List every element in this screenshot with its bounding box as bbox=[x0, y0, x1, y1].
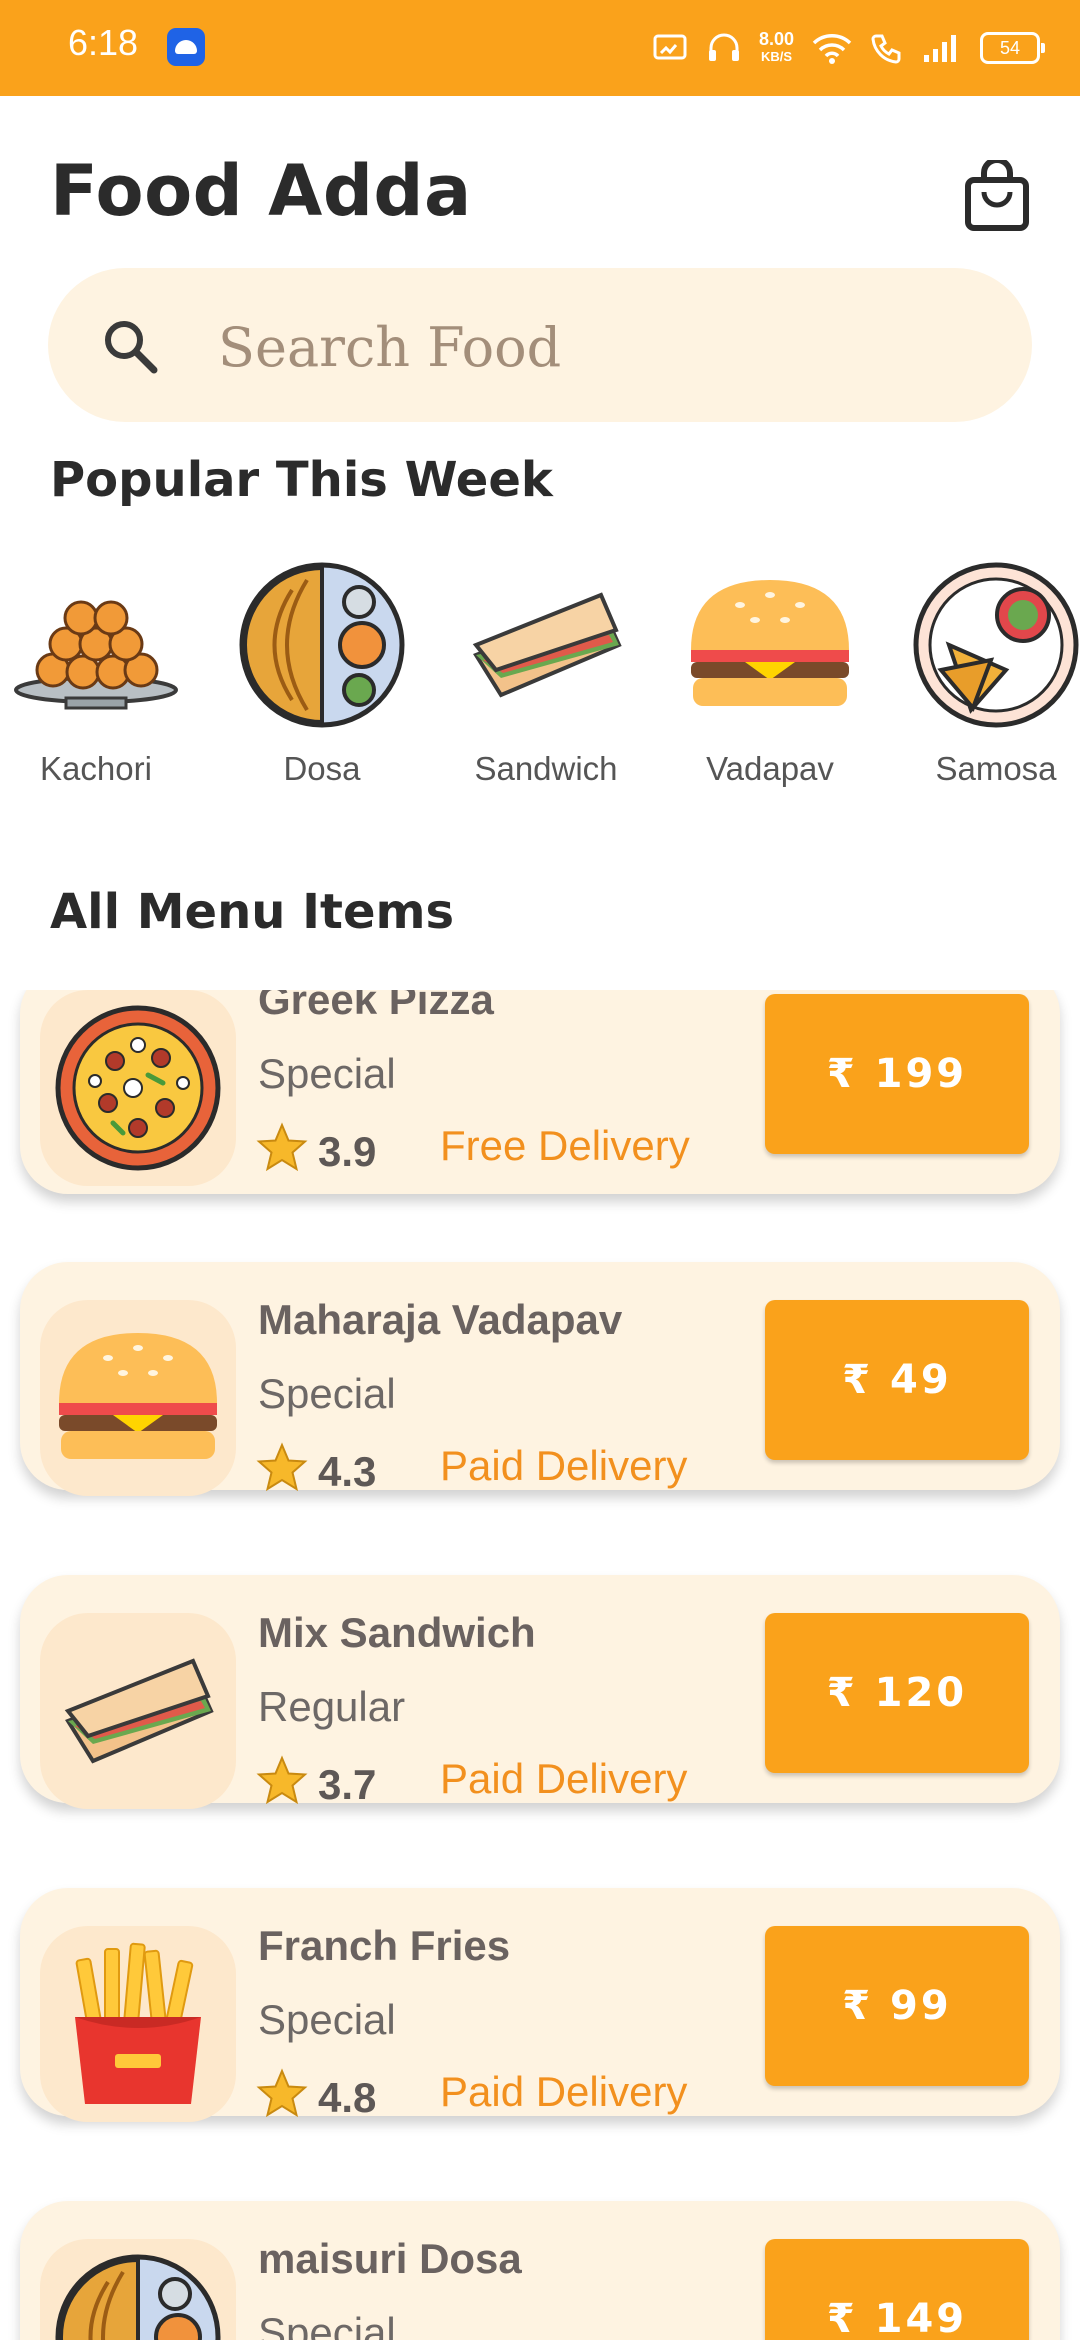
popular-item-label: Samosa bbox=[935, 750, 1057, 787]
fries-icon bbox=[75, 1942, 201, 2104]
menu-item-card[interactable]: Mix Sandwich Regular 3.7 Paid Delivery ₹… bbox=[20, 1575, 1060, 1809]
item-thumbnail bbox=[40, 1613, 236, 1809]
popular-item-label: Sandwich bbox=[474, 750, 618, 787]
item-delivery: Paid Delivery bbox=[440, 1442, 688, 1489]
star-icon bbox=[256, 1442, 308, 1492]
notification-app-icon bbox=[167, 28, 205, 66]
status-icons: 8.00 KB/S 54 bbox=[653, 24, 1045, 72]
sandwich-icon bbox=[64, 1658, 214, 1764]
popular-item-label: Dosa bbox=[283, 750, 361, 787]
item-name: Greek Pizza bbox=[258, 990, 494, 1023]
item-name: Mix Sandwich bbox=[258, 1609, 536, 1656]
item-rating: 3.9 bbox=[318, 1128, 377, 1175]
item-category: Special bbox=[258, 1370, 396, 1417]
item-name: Franch Fries bbox=[258, 1922, 511, 1969]
samosa-icon bbox=[913, 562, 1079, 728]
price-button[interactable]: ₹ 199 bbox=[765, 994, 1029, 1154]
item-thumbnail bbox=[40, 2239, 236, 2340]
menu-item-card[interactable]: Maharaja Vadapav Special 4.3 Paid Delive… bbox=[20, 1262, 1060, 1496]
item-category: Special bbox=[258, 1050, 396, 1097]
search-bar[interactable] bbox=[48, 268, 1032, 422]
burger-icon bbox=[59, 1333, 217, 1459]
price-button[interactable]: ₹ 120 bbox=[765, 1613, 1029, 1773]
signal-icon bbox=[924, 35, 956, 62]
dosa-icon bbox=[55, 2254, 221, 2340]
search-input[interactable] bbox=[216, 306, 980, 388]
item-rating: 4.3 bbox=[318, 1448, 377, 1495]
popular-list: Kachori Dosa Sandwich Vadapav Samosa bbox=[0, 560, 1080, 800]
battery-icon: 54 bbox=[980, 32, 1045, 64]
wifi-calling-icon bbox=[871, 34, 901, 64]
popular-item-vadapav[interactable]: Vadapav bbox=[670, 560, 870, 800]
menu-list[interactable]: Greek Pizza Special 3.9 Free Delivery ₹ … bbox=[0, 990, 1080, 2340]
shopping-bag-icon[interactable] bbox=[962, 160, 1032, 232]
popular-item-dosa[interactable]: Dosa bbox=[222, 560, 422, 800]
item-thumbnail bbox=[40, 1926, 236, 2122]
popular-item-label: Vadapav bbox=[706, 750, 834, 787]
burger-icon bbox=[691, 580, 849, 706]
pizza-icon bbox=[55, 1005, 221, 1171]
sandwich-icon bbox=[472, 592, 622, 698]
popular-item-samosa[interactable]: Samosa bbox=[896, 560, 1080, 800]
star-icon bbox=[256, 1755, 308, 1805]
kachori-icon bbox=[14, 600, 178, 710]
price-button[interactable]: ₹ 49 bbox=[765, 1300, 1029, 1460]
item-delivery: Free Delivery bbox=[440, 1122, 690, 1169]
item-category: Special bbox=[258, 2309, 396, 2340]
item-delivery: Paid Delivery bbox=[440, 2068, 688, 2115]
item-category: Regular bbox=[258, 1683, 406, 1730]
item-rating: 4.8 bbox=[318, 2074, 377, 2121]
star-icon bbox=[256, 1122, 308, 1172]
menu-section-title: All Menu Items bbox=[50, 884, 455, 940]
item-delivery: Paid Delivery bbox=[440, 1755, 688, 1802]
star-icon bbox=[256, 2068, 308, 2118]
item-name: maisuri Dosa bbox=[258, 2235, 522, 2282]
menu-item-card[interactable]: maisuri Dosa Special ₹ 149 bbox=[20, 2201, 1060, 2340]
item-thumbnail bbox=[40, 990, 236, 1186]
headphones-icon bbox=[708, 33, 739, 61]
app-title: Food Adda bbox=[50, 150, 472, 232]
item-rating: 3.7 bbox=[318, 1761, 377, 1808]
popular-item-label: Kachori bbox=[40, 750, 152, 787]
status-bar: 6:18 8.00 KB/S 54 bbox=[0, 0, 1080, 96]
wifi-icon bbox=[812, 34, 852, 64]
menu-item-card[interactable]: Greek Pizza Special 3.9 Free Delivery ₹ … bbox=[20, 990, 1060, 1194]
net-speed: 8.00 KB/S bbox=[758, 29, 794, 64]
cast-icon bbox=[653, 34, 687, 60]
price-button[interactable]: ₹ 99 bbox=[765, 1926, 1029, 2086]
item-category: Special bbox=[258, 1996, 396, 2043]
popular-section-title: Popular This Week bbox=[50, 452, 553, 508]
item-thumbnail bbox=[40, 1300, 236, 1496]
popular-item-sandwich[interactable]: Sandwich bbox=[446, 560, 646, 800]
menu-item-card[interactable]: Franch Fries Special 4.8 Paid Delivery ₹… bbox=[20, 1888, 1060, 2122]
item-name: Maharaja Vadapav bbox=[258, 1296, 623, 1343]
dosa-icon bbox=[239, 562, 405, 728]
search-icon bbox=[105, 321, 158, 374]
status-time: 6:18 bbox=[68, 22, 139, 63]
price-button[interactable]: ₹ 149 bbox=[765, 2239, 1029, 2340]
popular-item-kachori[interactable]: Kachori bbox=[0, 560, 196, 800]
